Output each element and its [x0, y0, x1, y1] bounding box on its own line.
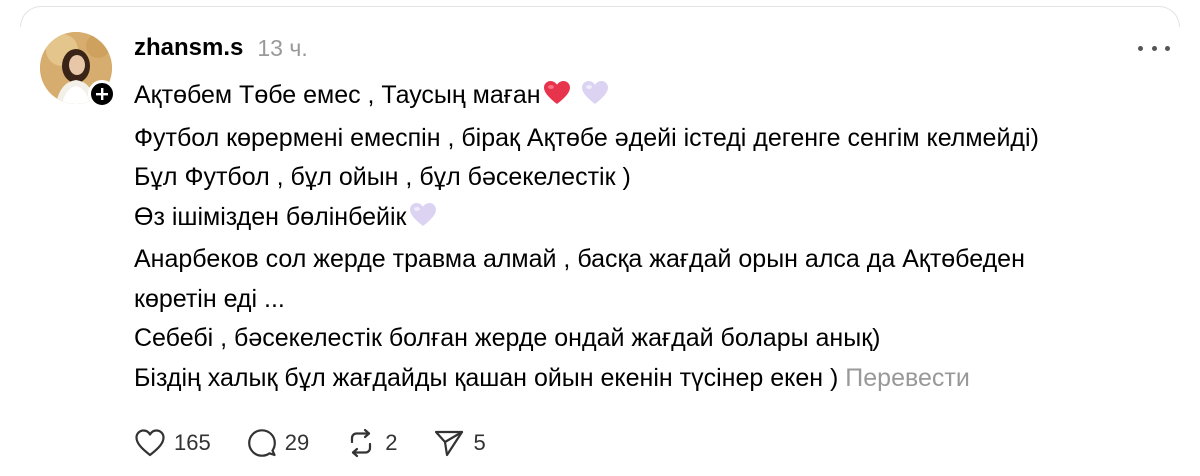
post-line-text: Біздің халық бұл жағдайды қашан ойын еке… [134, 363, 839, 392]
red-heart-emoji [543, 79, 571, 119]
comment-count: 29 [284, 430, 310, 455]
like-button[interactable]: 165 [134, 428, 211, 458]
post-line: Өз ішімізден бөлінбейік [134, 198, 1174, 241]
heart-outline-icon [135, 429, 165, 457]
post-body: Ақтөбем Төбе емес , Таусың маған Футбол … [134, 76, 1174, 398]
send-icon [435, 430, 464, 457]
post-line: Ақтөбем Төбе емес , Таусың маған [134, 76, 1174, 119]
post-line: Анарбеков сол жерде травма алмай , басқа… [134, 245, 1025, 273]
avatar-container[interactable] [40, 32, 116, 108]
post-line: Бұл Футбол , бұл ойын , бұл бәсекелестік… [134, 163, 631, 191]
repost-icon [351, 428, 372, 458]
light-purple-heart-emoji [409, 201, 437, 241]
post-line-text: Өз ішімізден бөлінбейік [134, 202, 407, 231]
post-line: көретін еді ... [134, 284, 285, 313]
share-button[interactable]: 5 [433, 428, 486, 458]
post-line: Себебі , бәсекелестік болған жерде ондай… [134, 324, 881, 352]
repost-button[interactable]: 2 [345, 428, 397, 458]
light-purple-heart-emoji [581, 79, 609, 119]
username[interactable]: zhansm.s [134, 34, 243, 62]
post-line: Біздің халық бұл жағдайды қашан ойын еке… [134, 359, 1174, 399]
post-line-text: Ақтөбем Төбе емес , Таусың маған [134, 81, 541, 109]
translate-link[interactable]: Перевести [845, 364, 970, 392]
post-card: zhansm.s 13 ч. Ақтөбем Төбе емес , Таусы… [0, 0, 1200, 476]
post-header: zhansm.s 13 ч. [134, 30, 308, 66]
more-dots-icon[interactable] [1138, 38, 1170, 58]
speech-bubble-icon [247, 429, 276, 457]
post-time[interactable]: 13 ч. [257, 35, 307, 62]
repost-count: 2 [385, 430, 398, 455]
comment-button[interactable]: 29 [247, 428, 309, 458]
post-line: Футбол көрермені емеспін , бірақ Ақтөбе … [134, 123, 1039, 152]
share-count: 5 [473, 430, 486, 455]
action-bar: 165 29 2 5 [134, 423, 522, 463]
plus-icon[interactable] [88, 80, 116, 108]
card-top-border [20, 6, 1180, 27]
like-count: 165 [174, 430, 211, 455]
